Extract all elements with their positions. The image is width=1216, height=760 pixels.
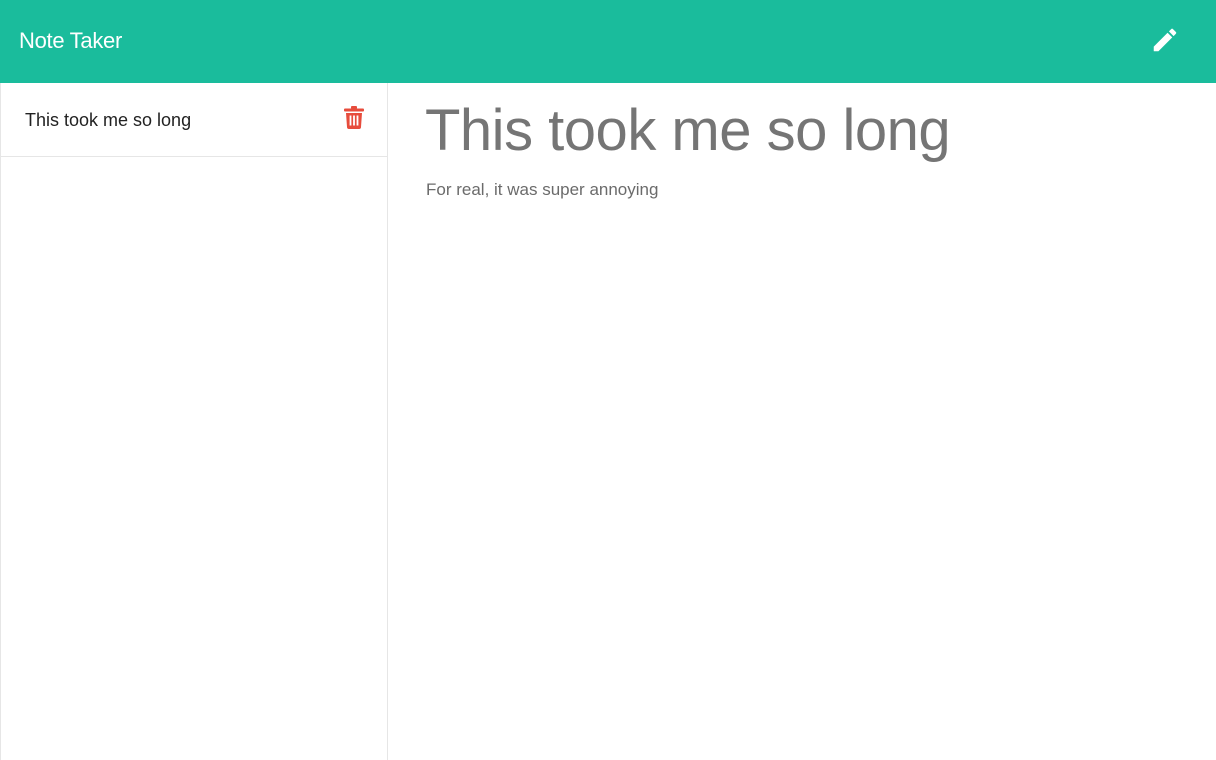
notes-sidebar: This took me so long: [0, 83, 388, 760]
note-editor: This took me so long For real, it was su…: [388, 83, 1216, 760]
note-text-area[interactable]: For real, it was super annoying: [426, 179, 658, 201]
app-title[interactable]: Note Taker: [19, 27, 122, 55]
new-note-button[interactable]: [1144, 19, 1186, 61]
list-item[interactable]: This took me so long: [1, 83, 387, 157]
pencil-icon: [1153, 28, 1177, 52]
trash-icon: [344, 105, 364, 129]
delete-note-button[interactable]: [341, 103, 367, 131]
note-title-input[interactable]: This took me so long: [425, 97, 951, 165]
note-item-title: This took me so long: [25, 110, 192, 130]
navbar: Note Taker: [0, 0, 1216, 83]
